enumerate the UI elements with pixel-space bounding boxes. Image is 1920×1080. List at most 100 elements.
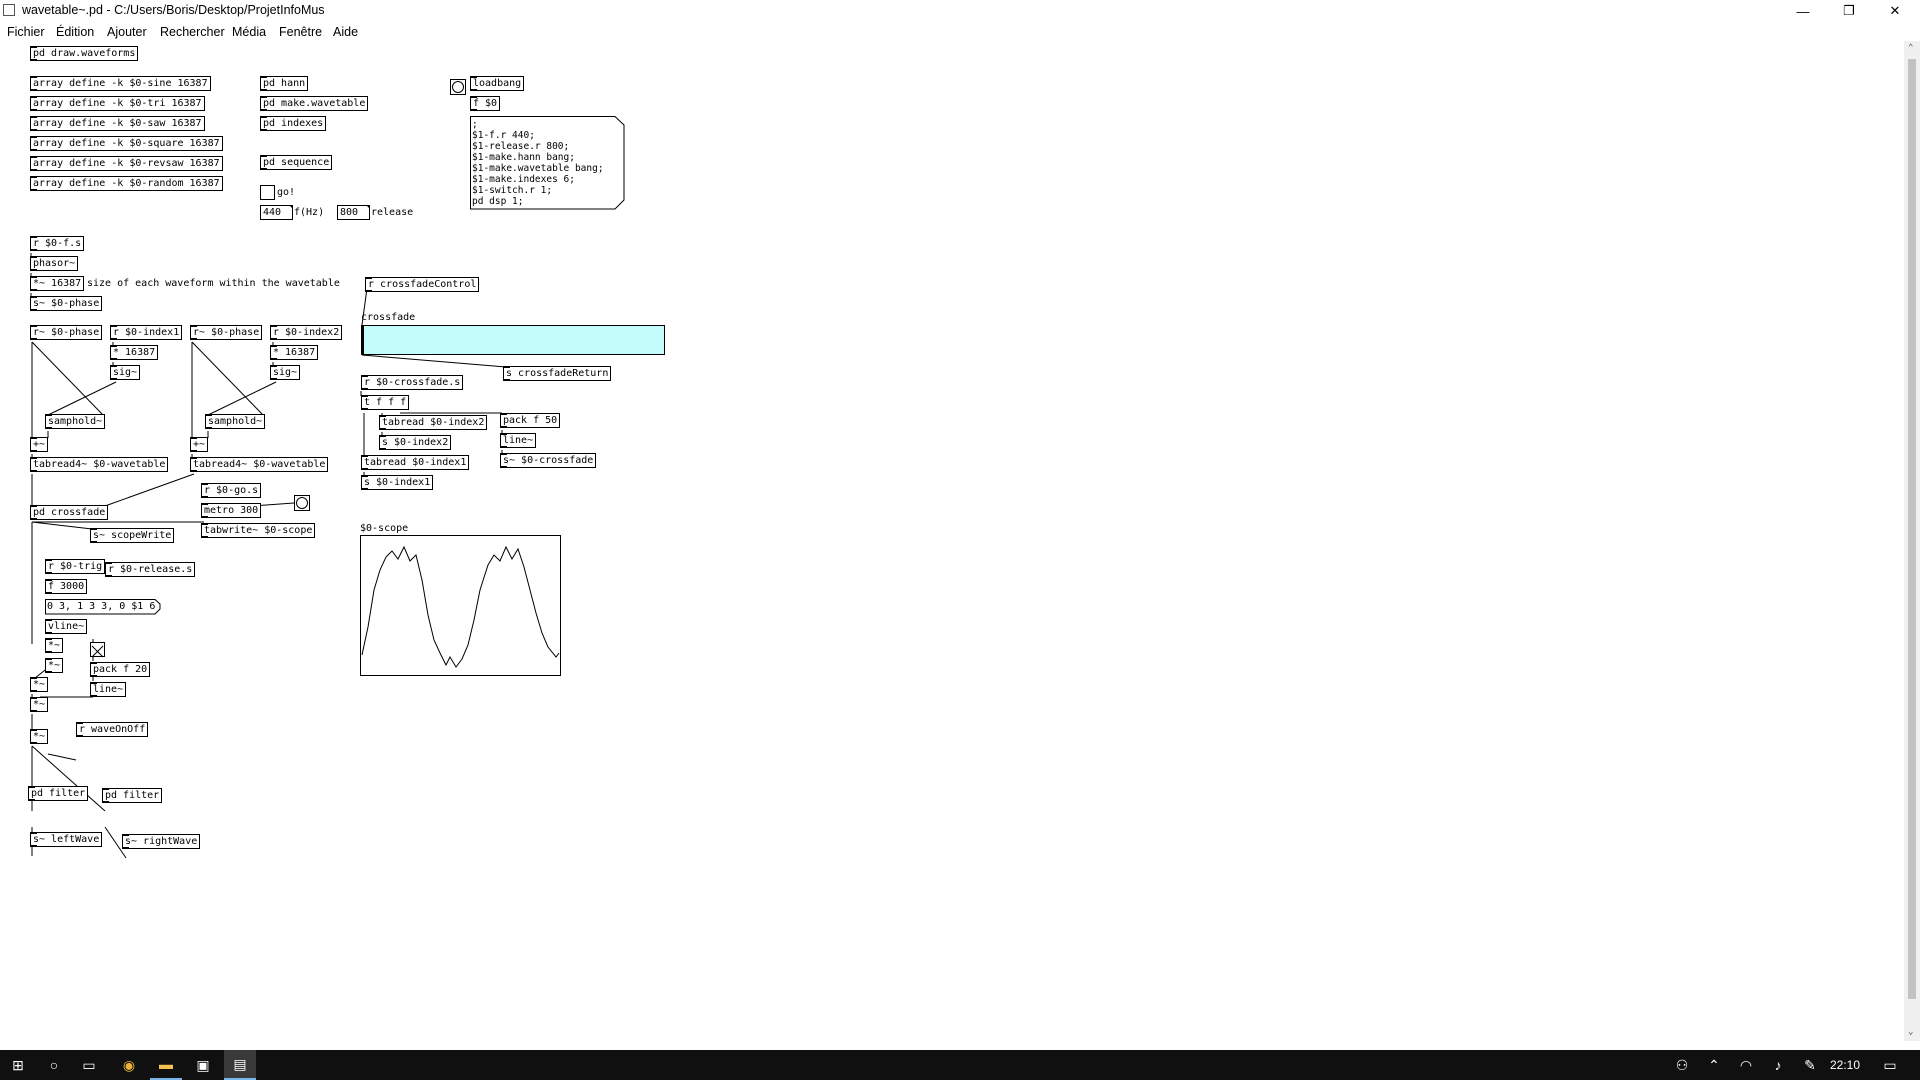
metro-bang[interactable] [294,495,310,511]
pen-icon[interactable]: ✎ [1796,1050,1824,1080]
r-trig-object[interactable]: r $0-trig [45,559,106,574]
r-phase-b-object[interactable]: r~ $0-phase [190,325,263,340]
pd-draw-waveforms-object[interactable]: pd draw.waveforms [30,46,139,61]
menu-rechercher[interactable]: Rechercher [160,25,225,39]
pd-hann-object[interactable]: pd hann [260,76,309,91]
taskbar-clock[interactable]: 22:10 [1830,1058,1860,1072]
pd-indexes-object[interactable]: pd indexes [260,116,327,131]
notification-icon[interactable]: ▭ [1870,1050,1910,1080]
go-toggle[interactable] [260,185,275,200]
array-tri-object[interactable]: array define -k $0-tri 16387 [30,96,205,111]
array-revsaw-object[interactable]: array define -k $0-revsaw 16387 [30,156,223,171]
r-phase-a-object[interactable]: r~ $0-phase [30,325,103,340]
close-button[interactable]: ✕ [1872,0,1918,22]
s-index2-object[interactable]: s $0-index2 [379,435,452,450]
tabread4-a-object[interactable]: tabread4~ $0-wavetable [30,457,169,472]
wifi-icon[interactable]: ◠ [1732,1050,1760,1080]
s-crossfade-object[interactable]: s~ $0-crossfade [500,453,597,468]
menu-edition[interactable]: Édition [56,25,94,39]
pack-f50-object[interactable]: pack f 50 [500,413,561,428]
chrome-icon[interactable]: ◉ [114,1050,144,1080]
mul-16387-object[interactable]: *~ 16387 [30,276,85,291]
vertical-scrollbar[interactable]: ⌃ ⌄ [1904,41,1920,1041]
mul-d-object[interactable]: *~ [30,697,49,712]
tabread-index2-object[interactable]: tabread $0-index2 [379,415,488,430]
metro-object[interactable]: metro 300 [201,503,262,518]
restore-button[interactable]: ❐ [1826,0,1872,22]
pd-filter-right-object[interactable]: pd filter [102,788,163,803]
s-phase-object[interactable]: s~ $0-phase [30,296,103,311]
sig-b-object[interactable]: sig~ [270,365,301,380]
line-env-object[interactable]: line~ [90,682,127,697]
r-go-object[interactable]: r $0-go.s [201,483,262,498]
mul-b-object[interactable]: * 16387 [270,345,319,360]
array-saw-object[interactable]: array define -k $0-saw 16387 [30,116,205,131]
pd-sequence-object[interactable]: pd sequence [260,155,333,170]
s-leftwave-object[interactable]: s~ leftWave [30,832,103,847]
r-index1-object[interactable]: r $0-index1 [110,325,183,340]
f-3000-object[interactable]: f 3000 [45,579,88,594]
crossfade-slider-knob[interactable] [362,326,364,354]
scope-array-graph[interactable] [360,535,562,677]
mul-env2-object[interactable]: *~ [45,658,64,673]
line-ctl-object[interactable]: line~ [500,433,537,448]
r-waveonoff-object[interactable]: r waveOnOff [76,722,149,737]
pd-make-wavetable-object[interactable]: pd make.wavetable [260,96,369,111]
s-index1-object[interactable]: s $0-index1 [361,475,434,490]
menu-media[interactable]: Média [232,25,266,39]
r-f-s-object[interactable]: r $0-f.s [30,236,85,251]
task-view-icon[interactable]: ▭ [74,1050,104,1080]
pd-app-icon[interactable]: ▤ [224,1050,256,1080]
array-square-object[interactable]: array define -k $0-square 16387 [30,136,223,151]
menu-ajouter[interactable]: Ajouter [107,25,147,39]
f-dollar0-object[interactable]: f $0 [470,96,501,111]
menu-aide[interactable]: Aide [333,25,358,39]
patch-canvas[interactable]: pd draw.waveforms array define -k $0-sin… [0,41,1904,1041]
loadbang-object[interactable]: loadbang [470,76,525,91]
file-explorer-icon[interactable]: ▬ [150,1050,182,1080]
tabread-index1-object[interactable]: tabread $0-index1 [361,455,470,470]
samphold-b-object[interactable]: samphold~ [205,414,266,429]
store-icon[interactable]: ▣ [188,1050,218,1080]
samphold-a-object[interactable]: samphold~ [45,414,106,429]
r-index2-object[interactable]: r $0-index2 [270,325,343,340]
menu-fenetre[interactable]: Fenêtre [279,25,322,39]
mul-env1-object[interactable]: *~ [45,638,64,653]
windows-start-icon[interactable]: ⊞ [0,1050,36,1080]
chevron-up-icon[interactable]: ⌃ [1700,1050,1728,1080]
people-icon[interactable]: ⚇ [1668,1050,1696,1080]
plus-b-object[interactable]: +~ [190,437,209,452]
pd-filter-left-object[interactable]: pd filter [28,786,89,801]
s-scopewrite-object[interactable]: s~ scopeWrite [90,528,175,543]
s-crossfade-return-object[interactable]: s crossfadeReturn [503,366,612,381]
scrollbar-thumb[interactable] [1908,59,1916,999]
pack-f20-object[interactable]: pack f 20 [90,662,151,677]
r-crossfade-s-object[interactable]: r $0-crossfade.s [361,375,464,390]
scroll-down-icon[interactable]: ⌄ [1908,1027,1913,1037]
menu-fichier[interactable]: Fichier [7,25,45,39]
minimize-button[interactable]: — [1780,0,1826,22]
search-circle-icon[interactable]: ○ [40,1050,68,1080]
tabread4-b-object[interactable]: tabread4~ $0-wavetable [190,457,329,472]
release-number-box[interactable]: 800 [337,205,370,220]
loadbang-bang[interactable] [450,79,466,95]
pd-crossfade-object[interactable]: pd crossfade [30,505,109,520]
envelope-toggle[interactable] [90,642,105,658]
s-rightwave-object[interactable]: s~ rightWave [122,834,201,849]
tabwrite-scope-object[interactable]: tabwrite~ $0-scope [201,523,316,538]
mul-c-object[interactable]: *~ [30,677,49,692]
array-random-object[interactable]: array define -k $0-random 16387 [30,176,223,191]
mul-a-object[interactable]: * 16387 [110,345,159,360]
array-sine-object[interactable]: array define -k $0-sine 16387 [30,76,211,91]
plus-a-object[interactable]: +~ [30,437,49,452]
scroll-up-icon[interactable]: ⌃ [1908,43,1913,53]
t-fff-object[interactable]: t f f f [361,395,410,410]
frequency-number-box[interactable]: 440 [260,205,293,220]
r-crossfade-control-object[interactable]: r crossfadeControl [365,277,480,292]
vline-object[interactable]: vline~ [45,619,88,634]
volume-icon[interactable]: ♪ [1764,1050,1792,1080]
sig-a-object[interactable]: sig~ [110,365,141,380]
phasor-object[interactable]: phasor~ [30,256,79,271]
crossfade-slider[interactable] [361,325,665,355]
mul-e-object[interactable]: *~ [30,729,49,744]
